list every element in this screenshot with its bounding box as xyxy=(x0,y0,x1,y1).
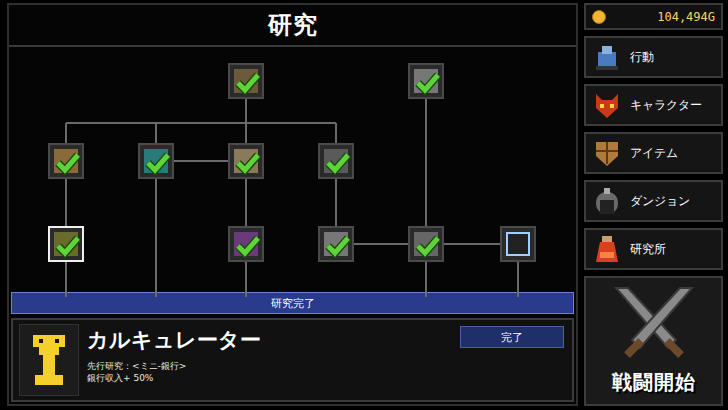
menu-label: アイテム xyxy=(630,145,678,162)
research-node[interactable] xyxy=(318,143,354,179)
research-icon xyxy=(506,232,530,256)
research-node[interactable] xyxy=(408,226,444,262)
research-node[interactable] xyxy=(228,63,264,99)
menu-button[interactable]: アイテム xyxy=(584,132,723,174)
research-node[interactable] xyxy=(48,143,84,179)
check-icon xyxy=(234,148,262,176)
menu-label: 行動 xyxy=(630,49,654,66)
check-icon xyxy=(324,231,352,259)
status-bar: 研究完了 xyxy=(11,292,574,314)
battle-button[interactable]: 戦闘開始 xyxy=(584,276,723,406)
detail-panel: カルキュレーター 完了 先行研究：<ミニ-銀行> 銀行収入+ 50% xyxy=(11,318,574,402)
check-icon xyxy=(234,231,262,259)
check-icon xyxy=(144,148,172,176)
effect-text: 銀行収入+ 50% xyxy=(87,372,566,384)
sidebar: 104,494G 行動キャラクターアイテムダンジョン研究所戦闘開始 xyxy=(584,3,723,406)
shield-icon xyxy=(592,138,622,168)
gold-counter: 104,494G xyxy=(584,3,723,30)
menu-button[interactable]: 行動 xyxy=(584,36,723,78)
panel-title: 研究 xyxy=(9,5,576,47)
menu-label: キャラクター xyxy=(630,97,702,114)
menu-button[interactable]: 研究所 xyxy=(584,228,723,270)
crossed-swords-icon xyxy=(608,284,700,366)
menu-label: 研究所 xyxy=(630,241,666,258)
prerequisite-text: 先行研究：<ミニ-銀行> xyxy=(87,360,566,372)
dungeon-icon xyxy=(592,186,622,216)
menu-button[interactable]: キャラクター xyxy=(584,84,723,126)
gold-amount: 104,494G xyxy=(657,10,715,24)
action-icon xyxy=(592,42,622,72)
research-node[interactable] xyxy=(500,226,536,262)
character-icon xyxy=(592,90,622,120)
research-name: カルキュレーター xyxy=(87,324,261,354)
check-icon xyxy=(54,231,82,259)
menu-button[interactable]: ダンジョン xyxy=(584,180,723,222)
calculator-icon xyxy=(19,324,79,396)
check-icon xyxy=(414,231,442,259)
research-node[interactable] xyxy=(48,226,84,262)
research-node[interactable] xyxy=(408,63,444,99)
menu-label: ダンジョン xyxy=(630,193,690,210)
research-tree xyxy=(9,47,576,292)
research-node[interactable] xyxy=(138,143,174,179)
tree-lines xyxy=(9,47,576,297)
research-node[interactable] xyxy=(318,226,354,262)
check-icon xyxy=(414,68,442,96)
coin-icon xyxy=(592,10,606,24)
potion-icon xyxy=(592,234,622,264)
check-icon xyxy=(234,68,262,96)
research-node[interactable] xyxy=(228,226,264,262)
complete-button[interactable]: 完了 xyxy=(460,326,564,348)
check-icon xyxy=(324,148,352,176)
battle-label: 戦闘開始 xyxy=(612,369,696,396)
research-panel: 研究 研究完了 カルキュレーター xyxy=(7,3,578,406)
check-icon xyxy=(54,148,82,176)
research-node[interactable] xyxy=(228,143,264,179)
